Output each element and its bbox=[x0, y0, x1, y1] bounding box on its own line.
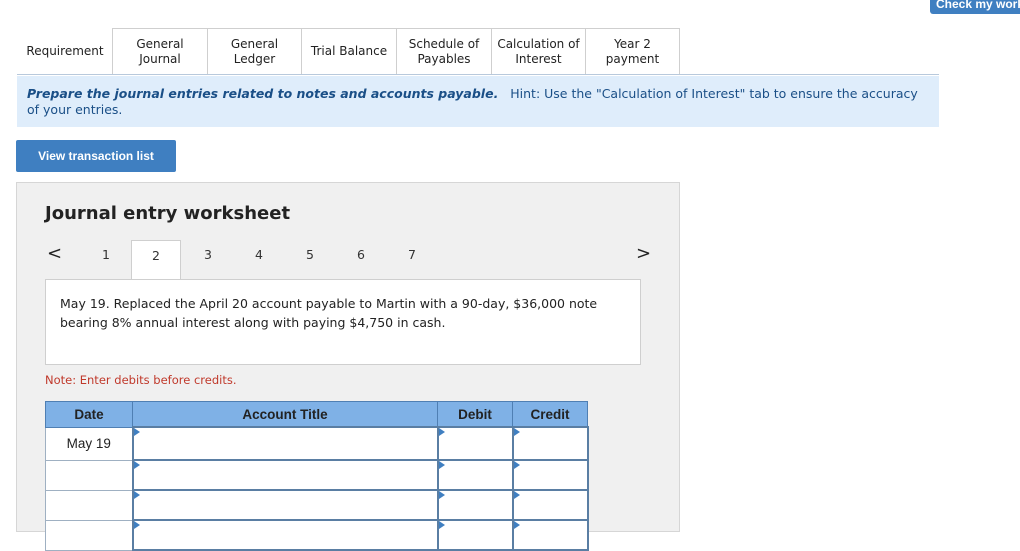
tab-label: Interest bbox=[515, 51, 562, 66]
header-debit: Debit bbox=[437, 401, 513, 428]
account-title-input[interactable] bbox=[131, 426, 439, 461]
tab-divider bbox=[17, 74, 939, 75]
dropdown-marker-icon bbox=[438, 428, 445, 436]
instruction-banner: Prepare the journal entries related to n… bbox=[17, 76, 939, 127]
tab-general-journal[interactable]: General Journal bbox=[112, 28, 208, 74]
table-row bbox=[45, 459, 589, 491]
dropdown-marker-icon bbox=[513, 521, 520, 529]
tab-label: Requirement bbox=[26, 43, 104, 58]
credit-input[interactable] bbox=[511, 519, 589, 551]
tab-year-2-payment[interactable]: Year 2 payment bbox=[585, 28, 680, 74]
chevron-left-icon[interactable]: < bbox=[47, 243, 62, 264]
account-title-input[interactable] bbox=[131, 519, 439, 551]
journal-entry-worksheet: Journal entry worksheet < 1 2 3 4 5 6 7 … bbox=[16, 182, 680, 551]
date-cell bbox=[45, 489, 133, 521]
dropdown-marker-icon bbox=[438, 461, 445, 469]
page-6[interactable]: 6 bbox=[336, 240, 386, 279]
dropdown-marker-icon bbox=[133, 428, 140, 436]
tab-label: payment bbox=[605, 51, 660, 66]
tab-general-ledger[interactable]: General Ledger bbox=[207, 28, 302, 74]
dropdown-marker-icon bbox=[133, 521, 140, 529]
dropdown-marker-icon bbox=[438, 491, 445, 499]
dropdown-marker-icon bbox=[513, 461, 520, 469]
header-account-title: Account Title bbox=[132, 401, 438, 428]
dropdown-marker-icon bbox=[133, 461, 140, 469]
dropdown-marker-icon bbox=[438, 521, 445, 529]
tab-label: Schedule of bbox=[408, 36, 480, 51]
tab-requirement[interactable]: Requirement bbox=[17, 28, 113, 74]
account-title-input[interactable] bbox=[131, 459, 439, 491]
debit-input[interactable] bbox=[436, 426, 514, 461]
page-3[interactable]: 3 bbox=[183, 240, 233, 279]
tab-bar: Requirement General Journal General Ledger… bbox=[17, 28, 680, 75]
table-row bbox=[45, 489, 589, 521]
tab-calculation-of-interest[interactable]: Calculation of Interest bbox=[491, 28, 586, 74]
tab-label: Year 2 bbox=[614, 36, 651, 51]
tab-label: General bbox=[230, 36, 279, 51]
tab-label: Payables bbox=[417, 51, 471, 66]
page-2-active[interactable]: 2 bbox=[131, 240, 181, 281]
entry-note: Note: Enter debits before credits. bbox=[45, 373, 237, 387]
chevron-right-icon[interactable]: > bbox=[636, 243, 651, 264]
tab-label: Journal bbox=[139, 51, 181, 66]
debit-input[interactable] bbox=[436, 489, 514, 521]
check-my-work-button[interactable]: Check my work bbox=[930, 0, 1020, 14]
header-date: Date bbox=[45, 401, 133, 428]
tab-label: Trial Balance bbox=[310, 44, 388, 58]
credit-input[interactable] bbox=[511, 426, 589, 461]
dropdown-marker-icon bbox=[513, 428, 520, 436]
tab-label: General bbox=[136, 36, 184, 51]
transaction-description: May 19. Replaced the April 20 account pa… bbox=[45, 279, 641, 365]
view-transaction-list-button[interactable]: View transaction list bbox=[16, 140, 176, 172]
tab-label: Ledger bbox=[233, 51, 276, 66]
date-cell: May 19 bbox=[45, 426, 133, 461]
dropdown-marker-icon bbox=[133, 491, 140, 499]
table-row bbox=[45, 519, 589, 551]
debit-input[interactable] bbox=[436, 519, 514, 551]
tab-trial-balance[interactable]: Trial Balance bbox=[301, 28, 397, 74]
dropdown-marker-icon bbox=[513, 491, 520, 499]
credit-input[interactable] bbox=[511, 459, 589, 491]
credit-input[interactable] bbox=[511, 489, 589, 521]
page-1[interactable]: 1 bbox=[81, 240, 131, 279]
table-row: May 19 bbox=[45, 426, 589, 461]
date-cell bbox=[45, 519, 133, 551]
page-5[interactable]: 5 bbox=[285, 240, 335, 279]
header-credit: Credit bbox=[512, 401, 588, 428]
account-title-input[interactable] bbox=[131, 489, 439, 521]
debit-input[interactable] bbox=[436, 459, 514, 491]
journal-entry-table: Date Account Title Debit Credit May 19 bbox=[45, 401, 589, 551]
date-cell bbox=[45, 459, 133, 491]
instruction-text: Prepare the journal entries related to n… bbox=[27, 86, 499, 101]
worksheet-title: Journal entry worksheet bbox=[45, 203, 291, 224]
tab-label: Calculation of bbox=[497, 36, 580, 51]
tab-schedule-of-payables[interactable]: Schedule of Payables bbox=[396, 28, 492, 74]
page-4[interactable]: 4 bbox=[234, 240, 284, 279]
page-7[interactable]: 7 bbox=[387, 240, 437, 279]
